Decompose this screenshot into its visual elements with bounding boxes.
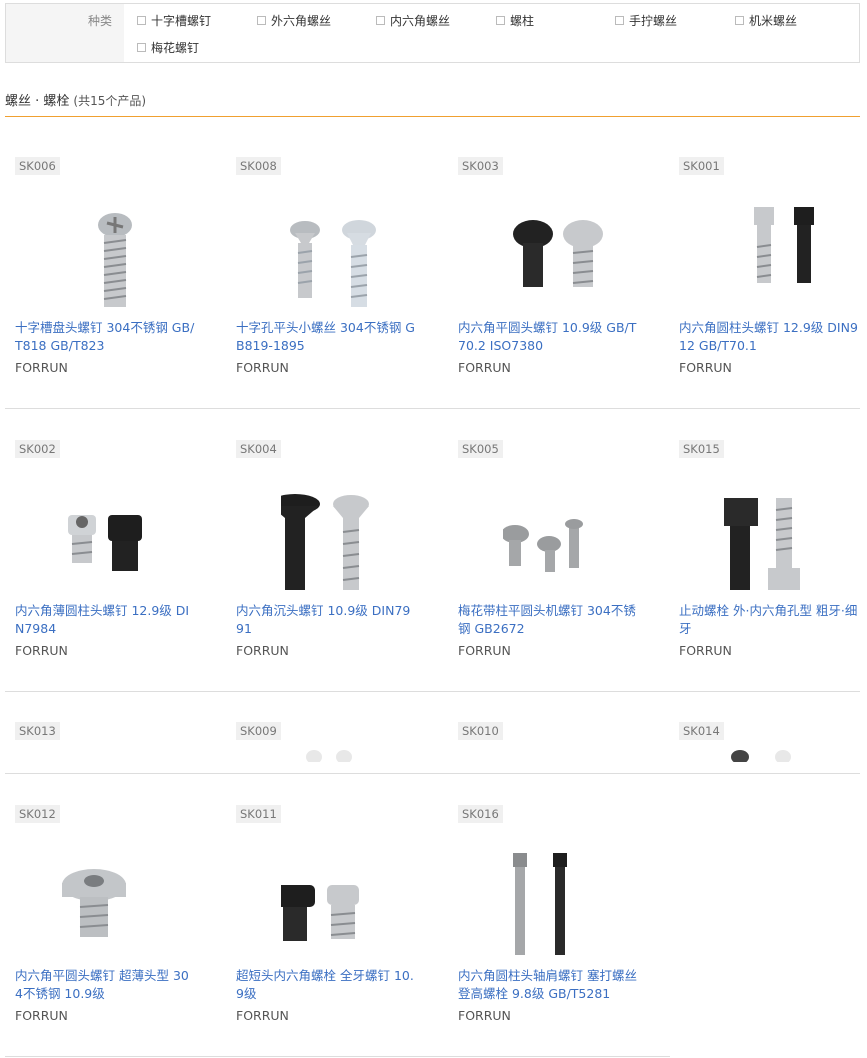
product-image-peek (336, 750, 352, 762)
product-image-peek (731, 750, 749, 762)
filter-option-2[interactable]: 外六角螺丝 (257, 12, 331, 29)
shoulder-screw-image[interactable] (503, 825, 613, 955)
brand-label: FORRUN (458, 643, 511, 658)
sku-badge: SK011 (236, 805, 281, 823)
sku-badge: SK013 (15, 722, 60, 740)
countersunk-screw-image[interactable] (281, 460, 391, 590)
brand-label: FORRUN (15, 1008, 68, 1023)
product-name-link[interactable]: 内六角平圆头螺钉 超薄头型 304不锈钢 10.9级 (15, 967, 195, 1003)
checkbox-icon[interactable] (615, 16, 624, 25)
sku-badge: SK014 (679, 722, 724, 740)
product-count: (共15个产品) (73, 94, 147, 108)
sku-badge: SK006 (15, 157, 60, 175)
product-name-link[interactable]: 梅花带柱平圆头机螺钉 304不锈钢 GB2672 (458, 602, 638, 638)
product-name-link[interactable]: 止动螺栓 外·内六角孔型 粗牙·细牙 (679, 602, 859, 638)
sku-badge: SK002 (15, 440, 60, 458)
product-name-link[interactable]: 内六角沉头螺钉 10.9级 DIN7991 (236, 602, 416, 638)
pan-head-screw-image[interactable] (60, 177, 170, 307)
torx-pan-head-screw-image[interactable] (503, 460, 613, 590)
sku-badge: SK009 (236, 722, 281, 740)
brand-label: FORRUN (458, 360, 511, 375)
checkbox-icon[interactable] (376, 16, 385, 25)
sku-badge: SK004 (236, 440, 281, 458)
low-head-cap-screw-image[interactable] (60, 460, 170, 590)
product-name-link[interactable]: 内六角圆柱头轴肩螺钉 塞打螺丝 登高螺栓 9.8级 GB/T5281 (458, 967, 638, 1003)
brand-label: FORRUN (236, 360, 289, 375)
flat-head-screw-image[interactable] (281, 177, 391, 307)
filter-option-7[interactable]: 梅花螺钉 (137, 39, 199, 56)
sku-badge: SK001 (679, 157, 724, 175)
brand-label: FORRUN (458, 1008, 511, 1023)
category-heading: 螺丝 · 螺栓 (共15个产品) (5, 90, 146, 109)
checkbox-icon[interactable] (735, 16, 744, 25)
product-image-peek (775, 750, 791, 762)
checkbox-icon[interactable] (257, 16, 266, 25)
filter-option-1[interactable]: 十字槽螺钉 (137, 12, 211, 29)
sku-badge: SK003 (458, 157, 503, 175)
socket-head-cap-screw-image[interactable] (724, 177, 834, 307)
filter-option-4[interactable]: 螺柱 (496, 12, 534, 29)
brand-label: FORRUN (15, 360, 68, 375)
product-card-partial[interactable]: SK010 (448, 722, 653, 762)
brand-label: FORRUN (15, 643, 68, 658)
category-title: 螺丝 · 螺栓 (5, 94, 70, 109)
filter-option-6[interactable]: 机米螺丝 (735, 12, 797, 29)
checkbox-icon[interactable] (496, 16, 505, 25)
filter-box: 种类 十字槽螺钉 外六角螺丝 内六角螺丝 螺柱 手拧螺丝 机米螺丝 梅花螺钉 (5, 3, 860, 63)
button-head-screw-image[interactable] (503, 177, 613, 307)
row-divider (5, 691, 860, 692)
row-divider (5, 408, 860, 409)
product-name-link[interactable]: 十字孔平头小螺丝 304不锈钢 GB819-1895 (236, 319, 416, 355)
product-image-peek (306, 750, 322, 762)
checkbox-icon[interactable] (137, 43, 146, 52)
brand-label: FORRUN (236, 643, 289, 658)
set-bolt-image[interactable] (724, 460, 834, 590)
brand-label: FORRUN (679, 360, 732, 375)
filter-option-3[interactable]: 内六角螺丝 (376, 12, 450, 29)
ultra-thin-head-screw-image[interactable] (60, 825, 170, 955)
filter-label: 种类 (6, 4, 124, 62)
row-divider (5, 1056, 670, 1057)
product-name-link[interactable]: 十字槽盘头螺钉 304不锈钢 GB/T818 GB/T823 (15, 319, 195, 355)
row-divider (5, 773, 860, 774)
brand-label: FORRUN (679, 643, 732, 658)
checkbox-icon[interactable] (137, 16, 146, 25)
product-card-partial[interactable]: SK013 (5, 722, 210, 762)
sku-badge: SK015 (679, 440, 724, 458)
sku-badge: SK010 (458, 722, 503, 740)
short-head-socket-screw-image[interactable] (281, 825, 391, 955)
accent-divider (5, 116, 860, 117)
sku-badge: SK008 (236, 157, 281, 175)
sku-badge: SK005 (458, 440, 503, 458)
product-card-partial[interactable]: SK009 (226, 722, 431, 762)
brand-label: FORRUN (236, 1008, 289, 1023)
product-name-link[interactable]: 内六角薄圆柱头螺钉 12.9级 DIN7984 (15, 602, 195, 638)
product-name-link[interactable]: 内六角圆柱头螺钉 12.9级 DIN912 GB/T70.1 (679, 319, 859, 355)
sku-badge: SK012 (15, 805, 60, 823)
sku-badge: SK016 (458, 805, 503, 823)
product-card-partial[interactable]: SK014 (669, 722, 867, 762)
product-name-link[interactable]: 超短头内六角螺栓 全牙螺钉 10.9级 (236, 967, 416, 1003)
product-name-link[interactable]: 内六角平圆头螺钉 10.9级 GB/T70.2 ISO7380 (458, 319, 638, 355)
filter-option-5[interactable]: 手拧螺丝 (615, 12, 677, 29)
